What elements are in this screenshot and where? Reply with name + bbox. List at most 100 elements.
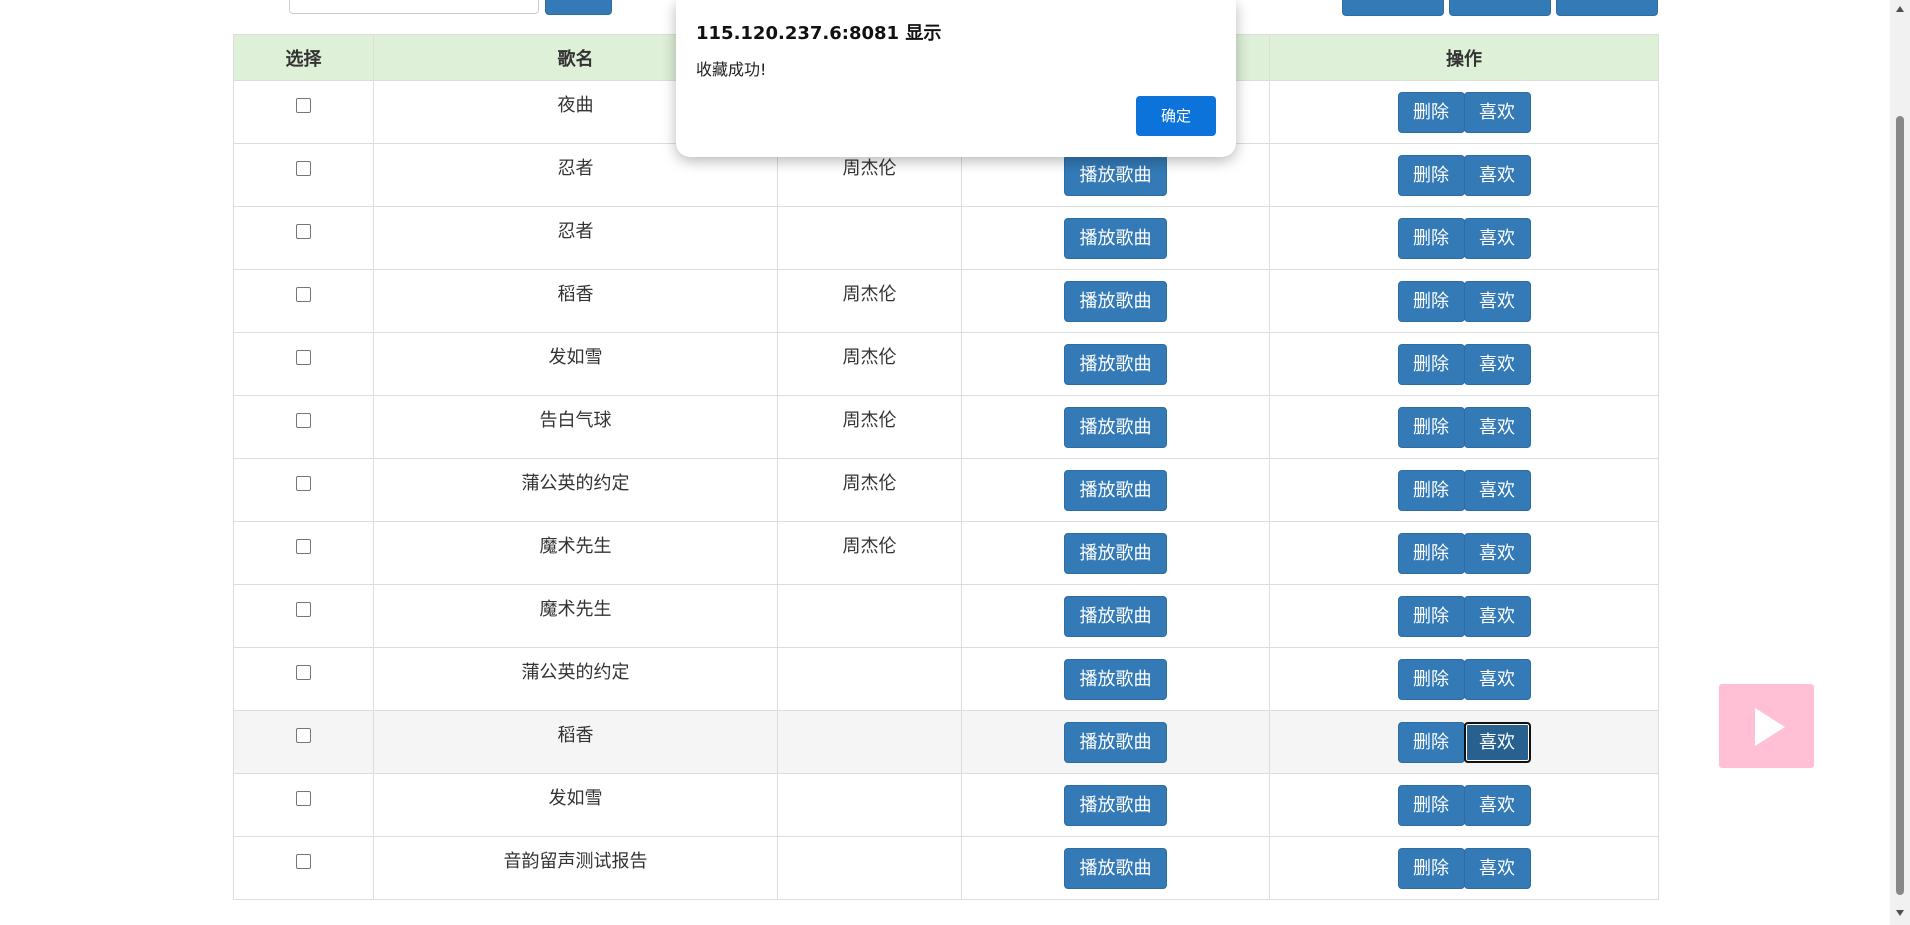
like-button[interactable]: 喜欢 — [1463, 721, 1531, 763]
actions-cell: 删除 喜欢 — [1269, 206, 1659, 270]
select-cell — [233, 80, 374, 144]
scroll-thumb[interactable] — [1896, 116, 1904, 895]
row-checkbox[interactable] — [296, 350, 311, 365]
play-song-button[interactable]: 播放歌曲 — [1064, 469, 1167, 511]
row-checkbox[interactable] — [296, 539, 311, 554]
search-input[interactable] — [289, 0, 539, 14]
table-row: 蒲公英的约定 周杰伦 播放歌曲 删除 喜欢 — [233, 458, 1659, 522]
delete-button[interactable]: 删除 — [1397, 784, 1465, 826]
header-select: 选择 — [233, 34, 374, 81]
row-checkbox[interactable] — [296, 98, 311, 113]
row-checkbox[interactable] — [296, 161, 311, 176]
song-name-cell: 稻香 — [373, 710, 778, 774]
singer-cell — [777, 836, 962, 900]
select-cell — [233, 395, 374, 459]
floating-play-button[interactable] — [1719, 684, 1814, 768]
play-song-button[interactable]: 播放歌曲 — [1064, 217, 1167, 259]
select-cell — [233, 269, 374, 333]
play-cell: 播放歌曲 — [961, 710, 1270, 774]
delete-button[interactable]: 删除 — [1397, 91, 1465, 133]
delete-button[interactable]: 删除 — [1397, 658, 1465, 700]
song-table: 选择 歌名 操作 夜曲播放歌曲删除喜欢忍者周杰伦播放歌曲删除喜欢忍者播放歌曲删除… — [233, 34, 1659, 900]
select-cell — [233, 332, 374, 396]
actions-cell: 删除 喜欢 — [1269, 584, 1659, 648]
song-table-body: 夜曲播放歌曲删除喜欢忍者周杰伦播放歌曲删除喜欢忍者播放歌曲删除喜欢稻香周杰伦播放… — [233, 80, 1659, 900]
play-song-button[interactable]: 播放歌曲 — [1064, 721, 1167, 763]
search-button[interactable] — [545, 0, 612, 15]
like-button[interactable]: 喜欢 — [1463, 658, 1531, 700]
singer-cell — [777, 647, 962, 711]
play-song-button[interactable]: 播放歌曲 — [1064, 154, 1167, 196]
scrollbar[interactable] — [1890, 0, 1910, 925]
header-actions: 操作 — [1269, 34, 1659, 81]
like-button[interactable]: 喜欢 — [1463, 154, 1531, 196]
like-button[interactable]: 喜欢 — [1463, 343, 1531, 385]
delete-button[interactable]: 删除 — [1397, 532, 1465, 574]
play-song-button[interactable]: 播放歌曲 — [1064, 595, 1167, 637]
like-button[interactable]: 喜欢 — [1463, 784, 1531, 826]
like-button[interactable]: 喜欢 — [1463, 469, 1531, 511]
play-song-button[interactable]: 播放歌曲 — [1064, 847, 1167, 889]
play-cell: 播放歌曲 — [961, 458, 1270, 522]
play-song-button[interactable]: 播放歌曲 — [1064, 532, 1167, 574]
play-song-button[interactable]: 播放歌曲 — [1064, 406, 1167, 448]
play-song-button[interactable]: 播放歌曲 — [1064, 343, 1167, 385]
dialog-ok-button[interactable]: 确定 — [1136, 96, 1216, 136]
table-row: 忍者 播放歌曲 删除 喜欢 — [233, 206, 1659, 270]
table-row: 稻香 周杰伦 播放歌曲 删除 喜欢 — [233, 269, 1659, 333]
scroll-down-arrow-icon[interactable] — [1895, 908, 1905, 918]
row-checkbox[interactable] — [296, 791, 311, 806]
row-checkbox[interactable] — [296, 413, 311, 428]
play-song-button[interactable]: 播放歌曲 — [1064, 658, 1167, 700]
delete-button[interactable]: 删除 — [1397, 847, 1465, 889]
row-checkbox[interactable] — [296, 728, 311, 743]
play-cell: 播放歌曲 — [961, 647, 1270, 711]
select-cell — [233, 710, 374, 774]
table-row: 告白气球 周杰伦 播放歌曲 删除 喜欢 — [233, 395, 1659, 459]
singer-cell — [777, 710, 962, 774]
toolbar-button-1[interactable] — [1342, 0, 1444, 16]
play-song-button[interactable]: 播放歌曲 — [1064, 280, 1167, 322]
scroll-up-arrow-icon[interactable] — [1895, 4, 1905, 14]
play-song-button[interactable]: 播放歌曲 — [1064, 784, 1167, 826]
delete-button[interactable]: 删除 — [1397, 343, 1465, 385]
like-button[interactable]: 喜欢 — [1463, 217, 1531, 259]
delete-button[interactable]: 删除 — [1397, 721, 1465, 763]
like-button[interactable]: 喜欢 — [1463, 406, 1531, 448]
actions-cell: 删除 喜欢 — [1269, 773, 1659, 837]
like-button[interactable]: 喜欢 — [1463, 595, 1531, 637]
alert-dialog: 115.120.237.6:8081 显示 收藏成功! 确定 — [676, 0, 1236, 157]
delete-button[interactable]: 删除 — [1397, 469, 1465, 511]
like-button[interactable]: 喜欢 — [1463, 91, 1531, 133]
like-button[interactable]: 喜欢 — [1463, 280, 1531, 322]
toolbar-button-2[interactable] — [1449, 0, 1551, 16]
select-cell — [233, 143, 374, 207]
song-name-cell: 告白气球 — [373, 395, 778, 459]
row-checkbox[interactable] — [296, 224, 311, 239]
delete-button[interactable]: 删除 — [1397, 406, 1465, 448]
select-cell — [233, 836, 374, 900]
delete-button[interactable]: 删除 — [1397, 154, 1465, 196]
play-cell: 播放歌曲 — [961, 521, 1270, 585]
row-checkbox[interactable] — [296, 854, 311, 869]
actions-cell: 删除 喜欢 — [1269, 836, 1659, 900]
row-checkbox[interactable] — [296, 287, 311, 302]
select-cell — [233, 458, 374, 522]
like-button[interactable]: 喜欢 — [1463, 532, 1531, 574]
delete-button[interactable]: 删除 — [1397, 595, 1465, 637]
singer-cell: 周杰伦 — [777, 269, 962, 333]
song-name-cell: 忍者 — [373, 206, 778, 270]
delete-button[interactable]: 删除 — [1397, 280, 1465, 322]
toolbar-button-3[interactable] — [1556, 0, 1658, 16]
select-cell — [233, 521, 374, 585]
delete-button[interactable]: 删除 — [1397, 217, 1465, 259]
row-checkbox[interactable] — [296, 602, 311, 617]
play-cell: 播放歌曲 — [961, 395, 1270, 459]
play-cell: 播放歌曲 — [961, 332, 1270, 396]
singer-cell — [777, 584, 962, 648]
dialog-title: 115.120.237.6:8081 显示 — [696, 23, 942, 44]
like-button[interactable]: 喜欢 — [1463, 847, 1531, 889]
row-checkbox[interactable] — [296, 476, 311, 491]
song-name-cell: 发如雪 — [373, 332, 778, 396]
row-checkbox[interactable] — [296, 665, 311, 680]
